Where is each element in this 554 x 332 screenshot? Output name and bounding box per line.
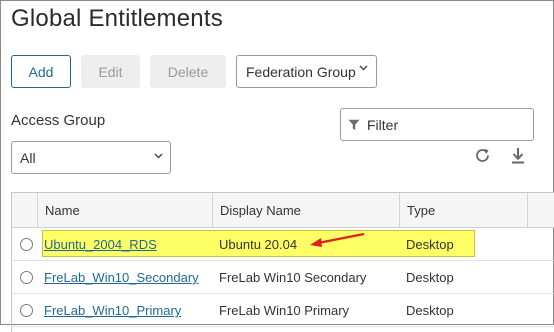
row-radio-button[interactable]: [20, 271, 33, 284]
delete-button[interactable]: Delete: [150, 55, 226, 88]
display-name-cell: FreLab Win10 Primary: [219, 303, 350, 318]
download-icon[interactable]: [509, 146, 527, 166]
type-cell: Desktop: [406, 303, 454, 318]
type-cell: Desktop: [406, 270, 454, 285]
page-title: Global Entitlements: [11, 5, 223, 32]
display-name-cell: Ubuntu 20.04: [219, 237, 298, 252]
add-button[interactable]: Add: [11, 55, 71, 88]
row-radio-button[interactable]: [20, 238, 33, 251]
filter-input[interactable]: Filter: [340, 108, 534, 141]
display-name-cell: FreLab Win10 Secondary: [219, 270, 367, 285]
edit-button[interactable]: Edit: [81, 55, 140, 88]
table-row[interactable]: FreLab_Win10_Secondary FreLab Win10 Seco…: [11, 261, 554, 294]
column-separator: [527, 193, 528, 228]
access-group-select[interactable]: All: [11, 141, 171, 174]
entitlement-name-link[interactable]: FreLab_Win10_Primary: [44, 303, 181, 318]
table-row[interactable]: Ubuntu_2004_RDS Ubuntu 20.04 Desktop: [11, 228, 554, 261]
type-cell: Desktop: [406, 237, 454, 252]
refresh-icon[interactable]: [474, 147, 492, 165]
annotation-arrow-icon: [310, 232, 365, 247]
entitlement-name-link[interactable]: Ubuntu_2004_RDS: [44, 237, 157, 252]
table-header: Name Display Name Type: [12, 193, 554, 228]
column-header-display-name[interactable]: Display Name: [212, 193, 399, 228]
chevron-down-icon: [154, 153, 163, 159]
access-group-label: Access Group: [11, 112, 106, 129]
row-radio-button[interactable]: [20, 304, 33, 317]
access-group-value: All: [20, 149, 36, 166]
table-row[interactable]: FreLab_Win10_Primary FreLab Win10 Primar…: [11, 294, 554, 327]
federation-group-label: Federation Group: [246, 63, 356, 80]
entitlement-name-link[interactable]: FreLab_Win10_Secondary: [44, 270, 199, 285]
federation-group-dropdown[interactable]: Federation Group: [236, 55, 377, 88]
chevron-down-icon: [359, 65, 368, 71]
column-header-name[interactable]: Name: [37, 193, 212, 228]
filter-icon: [348, 119, 360, 130]
filter-placeholder: Filter: [367, 116, 399, 133]
column-header-type[interactable]: Type: [399, 193, 527, 228]
